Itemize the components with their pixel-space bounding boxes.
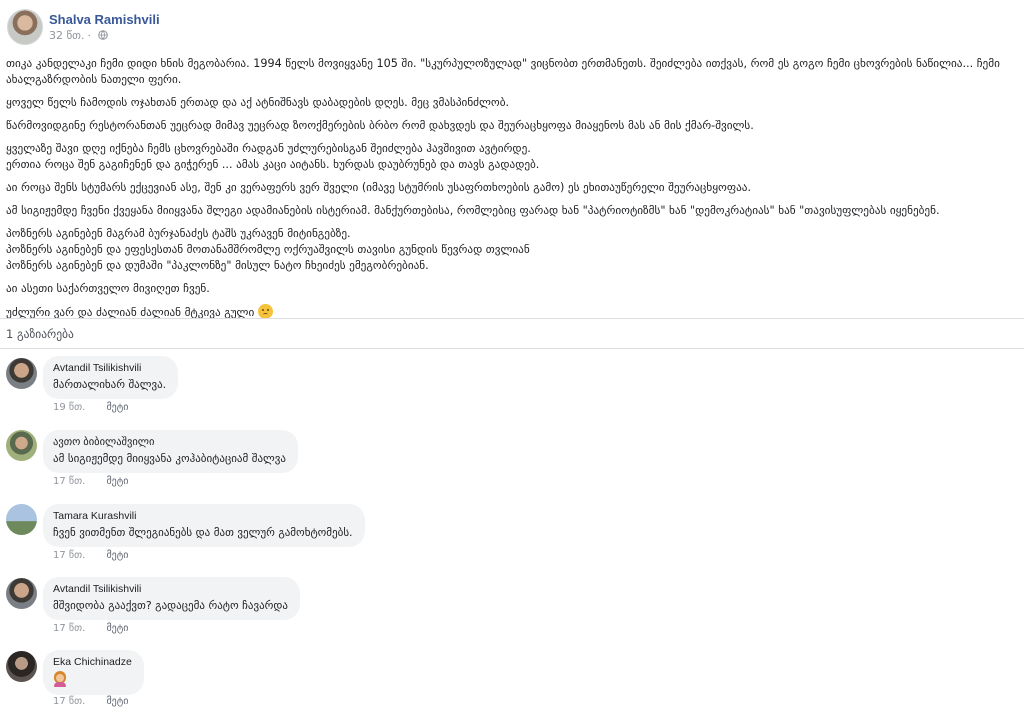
post-paragraph: თიკა კანდელაკი ჩემი დიდი ხნის მეგობარია.… — [6, 57, 1000, 86]
globe-icon[interactable] — [97, 30, 108, 40]
comment-text: მშვიდობა გააქვთ? გადაცემა რატო ჩავარდა — [53, 599, 289, 612]
comment: Eka Chichinadze 17 წთ. მეტი — [0, 650, 1024, 722]
comment-bubble: Eka Chichinadze — [43, 650, 144, 695]
post-time[interactable]: 32 წთ. — [49, 29, 85, 42]
commenter-avatar[interactable] — [6, 578, 37, 609]
comment: Avtandil Tsilikishvili მშვიდობა გააქვთ? … — [0, 577, 1024, 649]
comment-meta: 17 წთ. მეტი — [53, 696, 128, 707]
comment-author[interactable]: Avtandil Tsilikishvili — [53, 583, 288, 595]
comment-meta: 17 წთ. მეტი — [53, 623, 128, 634]
post-paragraph: ყოველ წელს ჩამოდის ოჯახთან ერთად და აქ ა… — [6, 96, 510, 109]
woman-tipping-hand-emoji — [53, 671, 67, 687]
comment-text: ამ სიგიჟემდე მიიყვანა კოჰაბიტაციამ შალვა — [53, 452, 286, 465]
comment-bubble: Avtandil Tsilikishvili მშვიდობა გააქვთ? … — [43, 577, 301, 620]
comment-text — [53, 671, 132, 688]
comment-meta: 17 წთ. მეტი — [53, 476, 128, 487]
divider — [0, 318, 1024, 319]
comment-author[interactable]: ავთო ბიბილაშვილი — [53, 436, 286, 448]
comment-meta: 17 წთ. მეტი — [53, 550, 128, 561]
post-header: Shalva Ramishvili 32 წთ. · — [0, 0, 1024, 50]
comment-meta: 19 წთ. მეტი — [53, 402, 128, 413]
comment-text: მართალიხარ შალვა. — [53, 378, 167, 391]
post-paragraph: წარმოვიდგინე რესტორანთან უეცრად მიმავ უე… — [6, 119, 754, 132]
commenter-avatar[interactable] — [6, 504, 37, 535]
comment: Tamara Kurashvili ჩვენ ვითმენთ შლეგიანებ… — [0, 504, 1024, 576]
post-author-name[interactable]: Shalva Ramishvili — [49, 12, 160, 27]
comment-time[interactable]: 17 წთ. — [53, 623, 85, 634]
commenter-avatar[interactable] — [6, 430, 37, 461]
post-body: თიკა კანდელაკი ჩემი დიდი ხნის მეგობარია.… — [6, 56, 1016, 328]
comment-author[interactable]: Tamara Kurashvili — [53, 510, 353, 522]
post-paragraph: ყველაზე შავი დღე იქნება ჩემს ცხოვრებაში … — [6, 142, 540, 171]
post-paragraph: აი ასეთი საქართველო მივიღეთ ჩვენ. — [6, 282, 210, 295]
comment-time[interactable]: 17 წთ. — [53, 696, 85, 707]
comment-bubble: Tamara Kurashvili ჩვენ ვითმენთ შლეგიანებ… — [43, 504, 365, 547]
post-paragraph: ამ სიგიჟემდე ჩვენი ქვეყანა მიიყვანა შლეგ… — [6, 204, 940, 217]
comment-author[interactable]: Avtandil Tsilikishvili — [53, 362, 166, 374]
comment-time[interactable]: 17 წთ. — [53, 476, 85, 487]
comment-text: ჩვენ ვითმენთ შლეგიანებს და მათ ველურ გამ… — [53, 526, 353, 539]
author-avatar[interactable] — [7, 9, 43, 45]
commenter-avatar[interactable] — [6, 651, 37, 682]
more-link[interactable]: მეტი — [106, 550, 128, 561]
divider — [0, 348, 1024, 349]
more-link[interactable]: მეტი — [106, 402, 128, 413]
post-paragraph: პოზნერს აგინებენ მაგრამ ბურჯანაძეს ტაშს … — [6, 227, 530, 272]
comment: ავთო ბიბილაშვილი ამ სიგიჟემდე მიიყვანა კ… — [0, 430, 1024, 502]
more-link[interactable]: მეტი — [106, 476, 128, 487]
more-link[interactable]: მეტი — [106, 696, 128, 707]
comment-bubble: ავთო ბიბილაშვილი ამ სიგიჟემდე მიიყვანა კ… — [43, 430, 298, 473]
comment-time[interactable]: 17 წთ. — [53, 550, 85, 561]
disappointed-face-emoji — [257, 304, 273, 319]
comment: Avtandil Tsilikishvili მართალიხარ შალვა.… — [0, 356, 1024, 428]
share-count[interactable]: 1 გაზიარება — [6, 327, 74, 341]
comment-bubble: Avtandil Tsilikishvili მართალიხარ შალვა. — [43, 356, 179, 399]
comment-author[interactable]: Eka Chichinadze — [53, 656, 132, 668]
more-link[interactable]: მეტი — [106, 623, 128, 634]
commenter-avatar[interactable] — [6, 358, 37, 389]
post-paragraph: აი როცა შენს სტუმარს ექცევიან ასე, შენ კ… — [6, 181, 752, 194]
comment-time[interactable]: 19 წთ. — [53, 402, 85, 413]
post-meta: 32 წთ. · — [49, 29, 108, 42]
